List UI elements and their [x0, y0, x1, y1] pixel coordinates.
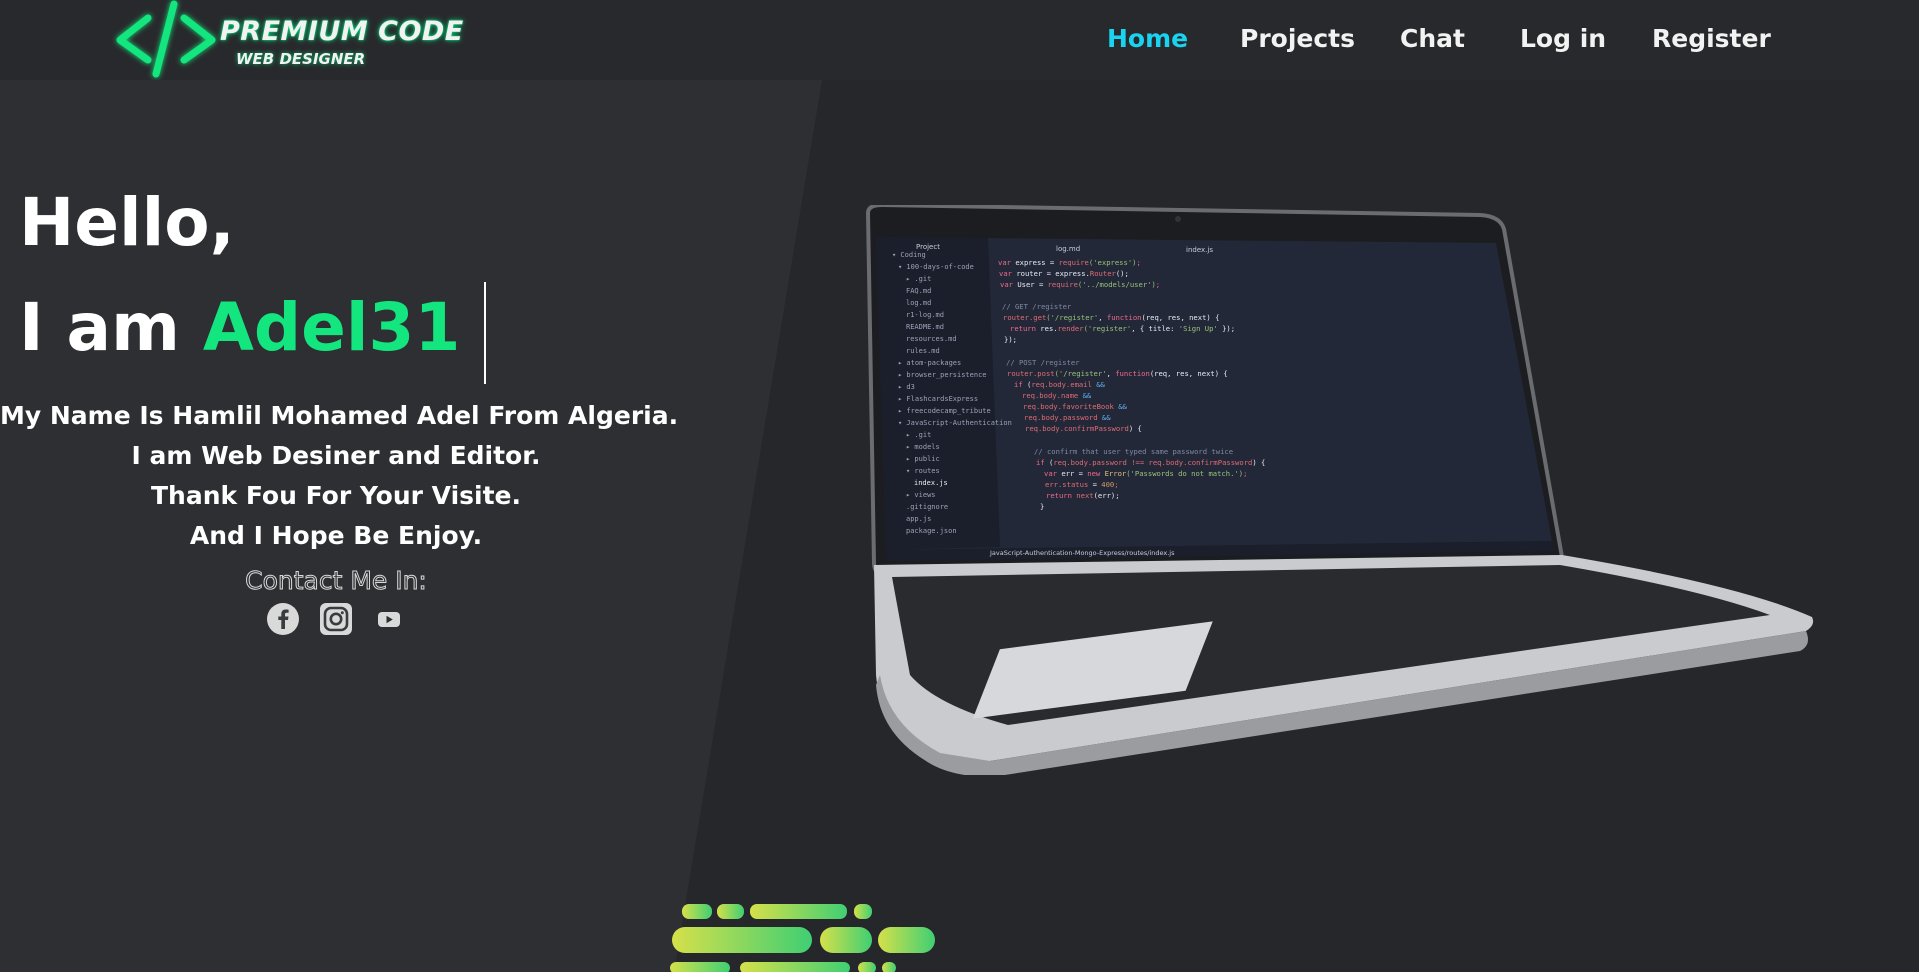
brand-logo[interactable]: PREMIUM CODE WEB DESIGNER: [112, 0, 463, 80]
svg-text:README.md: README.md: [906, 323, 944, 331]
svg-text:// GET /register: // GET /register: [1002, 302, 1072, 311]
svg-text:▾ routes: ▾ routes: [906, 467, 940, 475]
svg-text:var User = require('../models/: var User = require('../models/user');: [1000, 280, 1160, 289]
svg-text:rules.md: rules.md: [906, 347, 940, 355]
svg-text:Project: Project: [916, 243, 940, 251]
hero-greeting: Hello,: [19, 184, 235, 261]
svg-text:});: });: [1004, 335, 1017, 344]
svg-text:r1-log.md: r1-log.md: [906, 311, 944, 319]
svg-text:▸ FlashcardsExpress: ▸ FlashcardsExpress: [898, 395, 978, 403]
svg-text:var err = new Error('Passwords: var err = new Error('Passwords do not ma…: [1044, 469, 1247, 478]
svg-text:▸ freecodecamp_tribute: ▸ freecodecamp_tribute: [898, 407, 991, 415]
svg-text:if (req.body.email &&: if (req.body.email &&: [1014, 380, 1106, 389]
svg-text:▾ JavaScript-Authentication: ▾ JavaScript-Authentication: [898, 419, 1012, 427]
typing-cursor: [484, 282, 486, 384]
svg-text:}: }: [1040, 502, 1044, 511]
svg-text:index.js: index.js: [1186, 246, 1213, 254]
nav-home[interactable]: Home: [1107, 24, 1188, 53]
svg-text:▸ .git: ▸ .git: [906, 431, 931, 439]
bio-line: And I Hope Be Enjoy.: [189, 521, 483, 550]
nav-register[interactable]: Register: [1652, 24, 1771, 53]
svg-text:// POST /register: // POST /register: [1006, 358, 1080, 367]
nav-projects[interactable]: Projects: [1240, 24, 1355, 53]
brand-title: PREMIUM CODE: [220, 16, 464, 47]
svg-text:router.post('/register', funct: router.post('/register', function(req, r…: [1007, 369, 1228, 378]
svg-text:▸ atom-packages: ▸ atom-packages: [898, 359, 961, 367]
laptop-illustration: ▾ Coding ▾ 100-days-of-code ▸ .git FAQ.m…: [865, 205, 1814, 775]
svg-text:▾ 100-days-of-code: ▾ 100-days-of-code: [898, 263, 974, 271]
social-links: [266, 602, 416, 638]
decorative-stripes: [670, 904, 935, 972]
svg-text:▸ .git: ▸ .git: [906, 275, 931, 283]
svg-text:JavaScript-Authentication-Mong: JavaScript-Authentication-Mongo-Express/…: [989, 549, 1175, 557]
svg-text:return next(err);: return next(err);: [1046, 491, 1120, 500]
svg-text:package.json: package.json: [906, 527, 957, 535]
svg-text:▸ public: ▸ public: [906, 455, 940, 463]
svg-text:▸ views: ▸ views: [906, 491, 936, 499]
svg-text:// confirm that user typed sam: // confirm that user typed same password…: [1034, 447, 1233, 456]
svg-text:return res.render('register',: return res.render('register', { title: '…: [1010, 324, 1235, 333]
svg-text:err.status = 400;: err.status = 400;: [1045, 480, 1119, 489]
hero-name: Adel31: [202, 289, 461, 366]
nav-chat[interactable]: Chat: [1400, 24, 1465, 53]
site-header: PREMIUM CODE WEB DESIGNER Home Projects …: [0, 0, 1919, 80]
svg-text:log.md: log.md: [906, 299, 931, 307]
svg-text:app.js: app.js: [906, 515, 931, 523]
svg-text:.gitignore: .gitignore: [906, 503, 948, 511]
svg-text:▾ Coding: ▾ Coding: [892, 251, 926, 259]
svg-text:▸ browser_persistence: ▸ browser_persistence: [898, 371, 987, 379]
svg-text:req.body.password &&: req.body.password &&: [1024, 413, 1111, 422]
bio-line: Thank Fou For Your Visite.: [150, 481, 521, 510]
hero-iam-prefix: I am: [19, 289, 180, 366]
svg-text:resources.md: resources.md: [906, 335, 957, 343]
hero-bio: My Name Is Hamlil Mohamed Adel From Alge…: [0, 396, 679, 556]
bio-line: My Name Is Hamlil Mohamed Adel From Alge…: [0, 401, 679, 430]
svg-text:req.body.confirmPassword) {: req.body.confirmPassword) {: [1025, 424, 1142, 433]
svg-text:router.get('/register', functi: router.get('/register', function(req, re…: [1003, 313, 1219, 322]
brand-subtitle: WEB DESIGNER: [236, 50, 366, 68]
hero-intro: I am Adel31: [19, 295, 460, 361]
facebook-icon[interactable]: [266, 602, 300, 636]
svg-text:var router = express.Router();: var router = express.Router();: [999, 269, 1129, 278]
instagram-icon[interactable]: [319, 602, 353, 636]
code-brackets-icon: [116, 0, 216, 78]
youtube-icon[interactable]: [372, 602, 406, 636]
svg-text:FAQ.md: FAQ.md: [906, 287, 931, 295]
svg-text:if (req.body.password !== req.: if (req.body.password !== req.body.confi…: [1036, 458, 1265, 467]
svg-text:log.md: log.md: [1056, 245, 1080, 253]
nav-login[interactable]: Log in: [1520, 24, 1606, 53]
svg-text:var express = require('express: var express = require('express');: [998, 258, 1141, 267]
contact-label: Contact Me In:: [245, 566, 428, 596]
svg-text:▸ models: ▸ models: [906, 443, 940, 451]
svg-text:▸ d3: ▸ d3: [898, 383, 915, 391]
bio-line: I am Web Desiner and Editor.: [131, 441, 541, 470]
svg-text:req.body.name &&: req.body.name &&: [1022, 391, 1092, 400]
svg-text:index.js: index.js: [914, 479, 948, 487]
svg-text:req.body.favoriteBook &&: req.body.favoriteBook &&: [1023, 402, 1128, 411]
